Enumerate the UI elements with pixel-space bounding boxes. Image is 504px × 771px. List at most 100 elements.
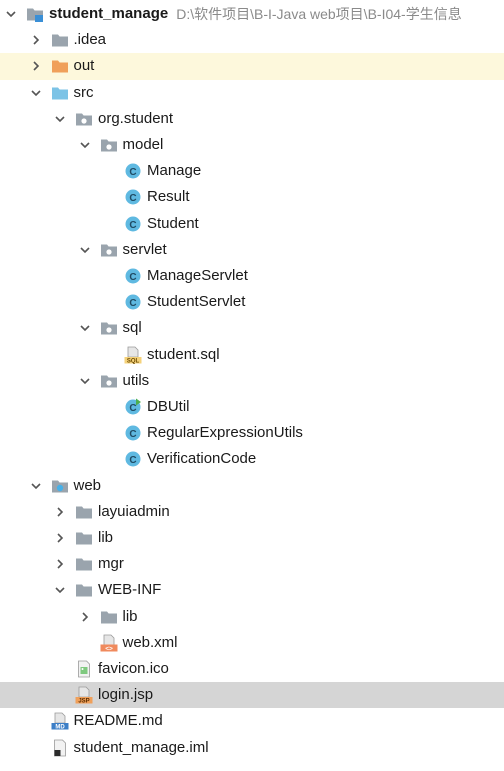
class-icon: C [124,162,142,180]
project-tree: student_manage D:\软件项目\B-I-Java web项目\B-I… [0,0,504,771]
tree-item-label: org.student [98,109,174,127]
tree-item-label: model [122,136,164,154]
tree-row[interactable]: C RegularExpressionUtils [0,420,504,446]
chevron-right-icon[interactable] [29,33,43,47]
runnable-class-icon: C [124,398,142,416]
chevron-down-icon[interactable] [29,86,43,100]
folder-icon [75,581,93,599]
tree-item-label: lib [122,607,138,625]
tree-item-label: mgr [98,555,124,573]
svg-text:JSP: JSP [78,699,89,704]
tree-row[interactable]: C ManageServlet [0,263,504,289]
chevron-down-icon[interactable] [53,583,67,597]
chevron-down-icon[interactable] [78,243,92,257]
chevron-down-icon[interactable] [78,321,92,335]
svg-text:C: C [129,298,136,309]
tree-item-label: .idea [73,31,107,49]
chevron-down-icon[interactable] [78,138,92,152]
tree-item-label: out [73,57,95,75]
tree-item-label: web [73,476,102,494]
tree-item-label: student_manage.iml [73,738,209,756]
folder-icon [100,608,118,626]
tree-item-label: favicon.ico [98,660,169,678]
class-icon: C [124,267,142,285]
tree-row[interactable]: layuiadmin [0,499,504,525]
tree-row[interactable]: JSP login.jsp [0,682,504,709]
chevron-right-icon[interactable] [53,531,67,545]
tree-item-label: README.md [73,712,163,730]
package-icon [75,110,93,128]
tree-item-label: DBUtil [147,398,190,416]
tree-item-label: layuiadmin [98,502,170,520]
tree-row[interactable]: C StudentServlet [0,289,504,315]
chevron-right-icon[interactable] [53,557,67,571]
svg-text:C: C [129,455,136,466]
module-folder-icon [26,5,44,23]
tree-item-label: ManageServlet [147,267,248,285]
tree-row[interactable]: student_manage D:\软件项目\B-I-Java web项目\B-I… [0,1,504,27]
chevron-down-icon[interactable] [29,479,43,493]
tree-row[interactable]: web [0,473,504,499]
tree-row[interactable]: org.student [0,106,504,132]
tree-row[interactable]: model [0,132,504,158]
sql-file-icon: SQL [124,346,142,364]
tree-row[interactable]: student_manage.iml [0,735,504,761]
chevron-down-icon[interactable] [53,112,67,126]
tree-item-label: lib [98,529,114,547]
tree-row[interactable]: C DBUtil [0,394,504,420]
tree-item-label: Manage [147,162,202,180]
tree-row[interactable]: lib [0,604,504,630]
source-folder-icon [51,84,69,102]
tree-row[interactable]: WEB-INF [0,577,504,603]
module-path: D:\软件项目\B-I-Java web项目\B-I04-学生信息 [176,6,462,23]
iml-file-icon [51,739,69,757]
class-icon: C [124,215,142,233]
tree-item-label: WEB-INF [98,581,162,599]
chevron-right-icon[interactable] [78,610,92,624]
tree-row[interactable]: SQL student.sql [0,342,504,368]
tree-row[interactable]: utils [0,368,504,394]
tree-row[interactable]: lib [0,525,504,551]
tree-row[interactable]: MD README.md [0,708,504,734]
tree-row[interactable]: mgr [0,551,504,577]
svg-text:C: C [129,272,136,283]
package-icon [100,136,118,154]
tree-row[interactable]: C Student [0,211,504,237]
tree-row[interactable]: favicon.ico [0,656,504,682]
tree-row[interactable]: sql [0,315,504,341]
tree-row[interactable]: C VerificationCode [0,446,504,472]
svg-text:C: C [129,219,136,230]
chevron-down-icon[interactable] [4,7,18,21]
tree-item-label: src [73,83,94,101]
tree-row[interactable]: C Result [0,184,504,210]
web-folder-icon [51,477,69,495]
tree-row[interactable]: out [0,53,504,80]
chevron-right-icon[interactable] [53,505,67,519]
tree-row[interactable]: src [0,80,504,106]
svg-text:<>: <> [105,645,113,652]
folder-icon [51,31,69,49]
svg-text:SQL: SQL [127,358,140,363]
tree-item-label: student_manage [49,5,169,23]
svg-text:MD: MD [55,725,65,730]
class-icon: C [124,293,142,311]
tree-row[interactable]: C Manage [0,158,504,184]
class-icon: C [124,450,142,468]
jsp-file-icon: JSP [75,686,93,704]
folder-icon [75,529,93,547]
markdown-file-icon: MD [51,712,69,730]
tree-item-label: student.sql [147,345,220,363]
tree-item-label: RegularExpressionUtils [147,424,303,442]
class-icon: C [124,424,142,442]
folder-icon [75,555,93,573]
class-icon: C [124,188,142,206]
chevron-down-icon[interactable] [78,374,92,388]
svg-text:C: C [129,167,136,178]
chevron-right-icon[interactable] [29,59,43,73]
tree-item-label: utils [122,371,150,389]
xml-file-icon: <> [100,634,118,652]
tree-row[interactable]: <> web.xml [0,630,504,656]
tree-row[interactable]: .idea [0,27,504,53]
tree-row[interactable]: servlet [0,237,504,263]
svg-text:C: C [129,429,136,440]
